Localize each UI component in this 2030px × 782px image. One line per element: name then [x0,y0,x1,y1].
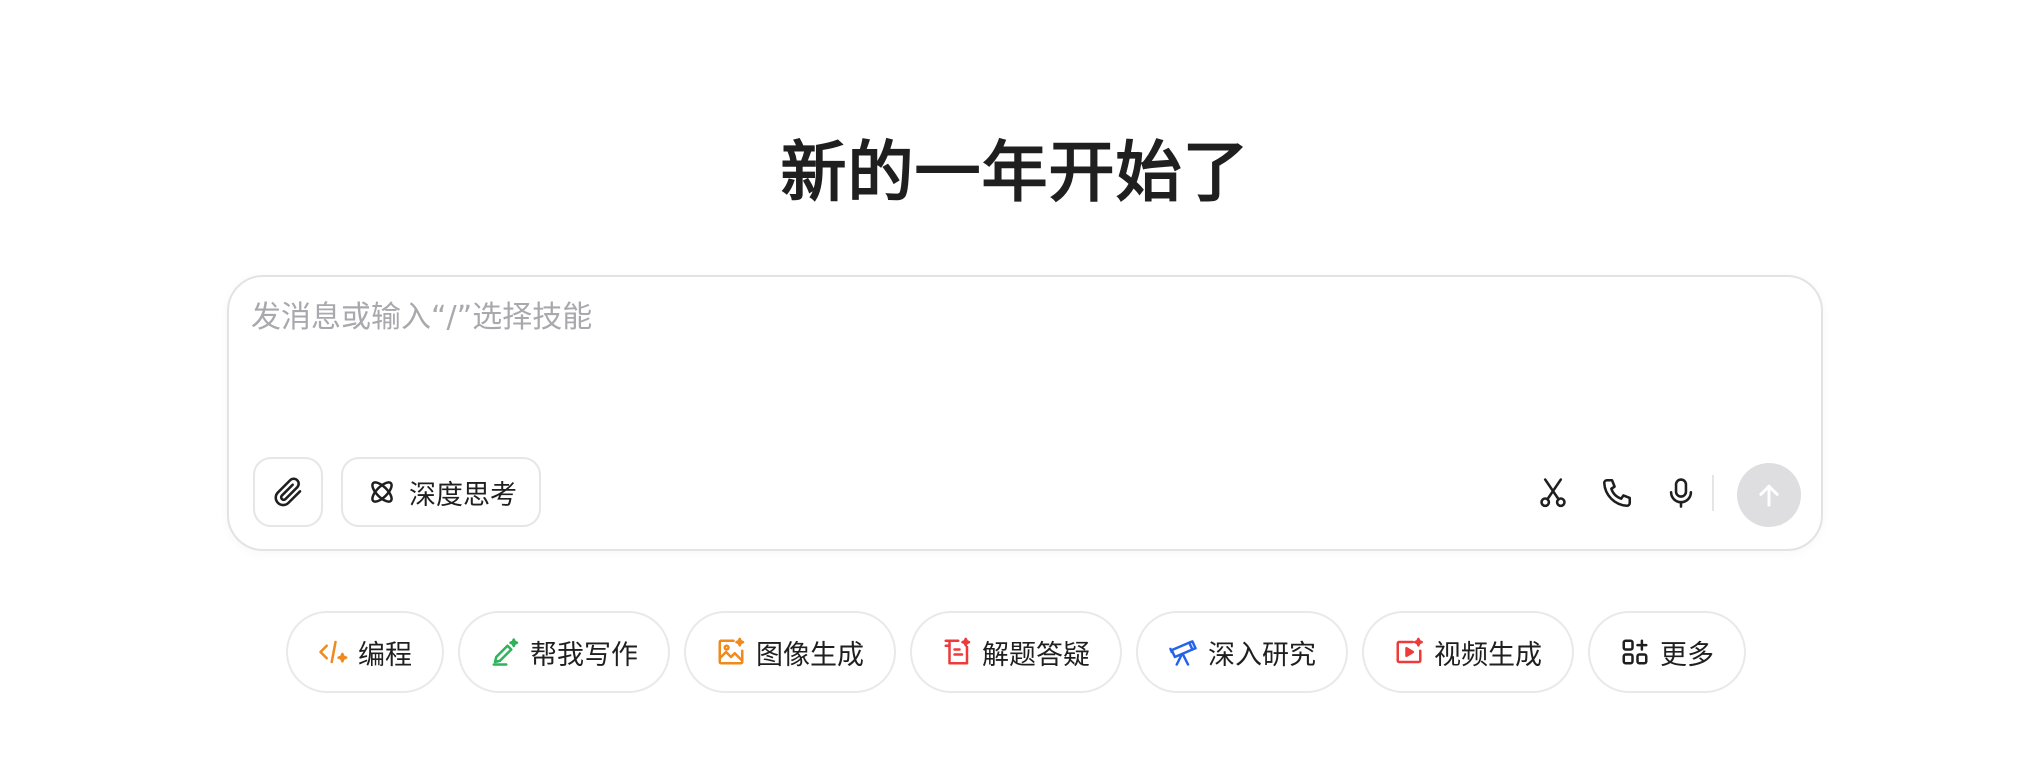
toolbar-divider [1712,475,1714,511]
chip-image-generation[interactable]: 图像生成 [684,611,896,693]
skill-chips: 编程 帮我写作 图像生成 解题答疑 深入研究 视频生成 更多 [286,611,1746,693]
chip-label: 图像生成 [756,639,864,671]
chip-video-generation[interactable]: 视频生成 [1362,611,1574,693]
scissors-button[interactable] [1533,473,1573,513]
grid-plus-icon [1620,637,1650,667]
deep-think-button[interactable]: 深度思考 [341,457,541,527]
message-input[interactable] [251,295,1791,391]
microphone-icon [1669,478,1693,508]
chip-more[interactable]: 更多 [1588,611,1746,693]
deep-think-label: 深度思考 [409,479,517,511]
video-icon [1394,637,1424,667]
message-composer: 深度思考 [227,275,1823,551]
chip-coding[interactable]: 编程 [286,611,444,693]
problem-solving-icon [942,637,972,667]
scissors-icon [1540,478,1566,508]
pen-sparkle-icon [490,637,520,667]
chip-label: 帮我写作 [530,639,638,671]
phone-icon [1602,478,1632,508]
chip-label: 编程 [358,639,412,671]
atom-icon [371,481,393,503]
code-icon [318,637,348,667]
microphone-button[interactable] [1661,473,1701,513]
page-title: 新的一年开始了 [780,134,1250,211]
telescope-icon [1168,637,1198,667]
chip-deep-research[interactable]: 深入研究 [1136,611,1348,693]
arrow-up-icon [1759,484,1779,507]
chip-label: 视频生成 [1434,639,1542,671]
chip-label: 深入研究 [1208,639,1316,671]
chip-writing[interactable]: 帮我写作 [458,611,670,693]
image-icon [716,637,746,667]
chip-label: 解题答疑 [982,639,1090,671]
voice-call-button[interactable] [1597,473,1637,513]
chip-label: 更多 [1660,639,1714,671]
attach-button[interactable] [253,457,323,527]
chip-problem-solving[interactable]: 解题答疑 [910,611,1122,693]
paperclip-icon [274,477,302,507]
send-button[interactable] [1737,463,1801,527]
